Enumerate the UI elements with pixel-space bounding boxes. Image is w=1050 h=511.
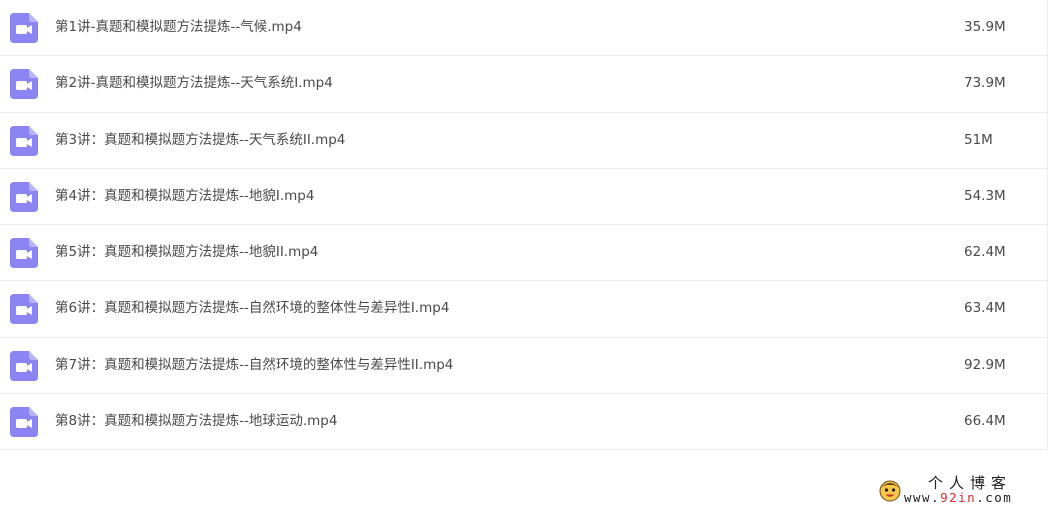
video-file-icon bbox=[10, 13, 38, 43]
file-size: 62.4M bbox=[964, 244, 1006, 260]
video-file-icon bbox=[10, 294, 38, 325]
file-name: 第2讲-真题和模拟题方法提炼--天气系统I.mp4 bbox=[55, 75, 333, 92]
file-row[interactable]: 第4讲：真题和模拟题方法提炼--地貌I.mp4 54.3M bbox=[0, 169, 1047, 225]
file-name: 第6讲：真题和模拟题方法提炼--自然环境的整体性与差异性I.mp4 bbox=[55, 300, 450, 317]
video-file-icon bbox=[10, 350, 38, 381]
file-name: 第4讲：真题和模拟题方法提炼--地貌I.mp4 bbox=[55, 187, 315, 204]
file-name: 第3讲：真题和模拟题方法提炼--天气系统II.mp4 bbox=[55, 131, 346, 148]
file-name: 第7讲：真题和模拟题方法提炼--自然环境的整体性与差异性II.mp4 bbox=[55, 356, 454, 373]
file-name: 第5讲：真题和模拟题方法提炼--地貌II.mp4 bbox=[55, 244, 319, 260]
file-size: 35.9M bbox=[964, 19, 1006, 35]
file-row[interactable]: 第2讲-真题和模拟题方法提炼--天气系统I.mp4 73.9M bbox=[0, 56, 1047, 113]
video-file-icon bbox=[10, 238, 38, 268]
file-name: 第8讲：真题和模拟题方法提炼--地球运动.mp4 bbox=[55, 412, 338, 429]
watermark: 个人博客 www.92in.com bbox=[874, 470, 1044, 508]
file-size: 66.4M bbox=[964, 412, 1006, 429]
file-list: 第1讲-真题和模拟题方法提炼--气候.mp4 35.9M 第2讲-真题和模拟题方… bbox=[0, 0, 1048, 450]
file-size: 73.9M bbox=[964, 75, 1006, 92]
file-row[interactable]: 第6讲：真题和模拟题方法提炼--自然环境的整体性与差异性I.mp4 63.4M bbox=[0, 281, 1047, 338]
file-row[interactable]: 第1讲-真题和模拟题方法提炼--气候.mp4 35.9M bbox=[0, 0, 1047, 57]
video-file-icon bbox=[10, 406, 38, 437]
file-row[interactable]: 第3讲：真题和模拟题方法提炼--天气系统II.mp4 51M bbox=[0, 113, 1047, 169]
file-size: 54.3M bbox=[964, 187, 1006, 204]
file-size: 51M bbox=[964, 131, 993, 148]
watermark-url-prefix: www. bbox=[904, 490, 941, 505]
video-file-icon bbox=[10, 125, 38, 156]
watermark-url-suffix: .com bbox=[976, 490, 1013, 505]
file-size: 63.4M bbox=[964, 300, 1006, 317]
face-logo-icon bbox=[878, 478, 902, 502]
file-row[interactable]: 第8讲：真题和模拟题方法提炼--地球运动.mp4 66.4M bbox=[0, 394, 1047, 450]
file-row[interactable]: 第7讲：真题和模拟题方法提炼--自然环境的整体性与差异性II.mp4 92.9M bbox=[0, 338, 1047, 394]
file-row[interactable]: 第5讲：真题和模拟题方法提炼--地貌II.mp4 62.4M bbox=[0, 225, 1047, 282]
video-file-icon bbox=[10, 69, 38, 100]
video-file-icon bbox=[10, 181, 38, 212]
file-name: 第1讲-真题和模拟题方法提炼--气候.mp4 bbox=[55, 19, 302, 35]
file-size: 92.9M bbox=[964, 356, 1006, 373]
watermark-url-highlight: 92in bbox=[940, 490, 977, 505]
watermark-url: www.92in.com bbox=[904, 490, 1012, 505]
